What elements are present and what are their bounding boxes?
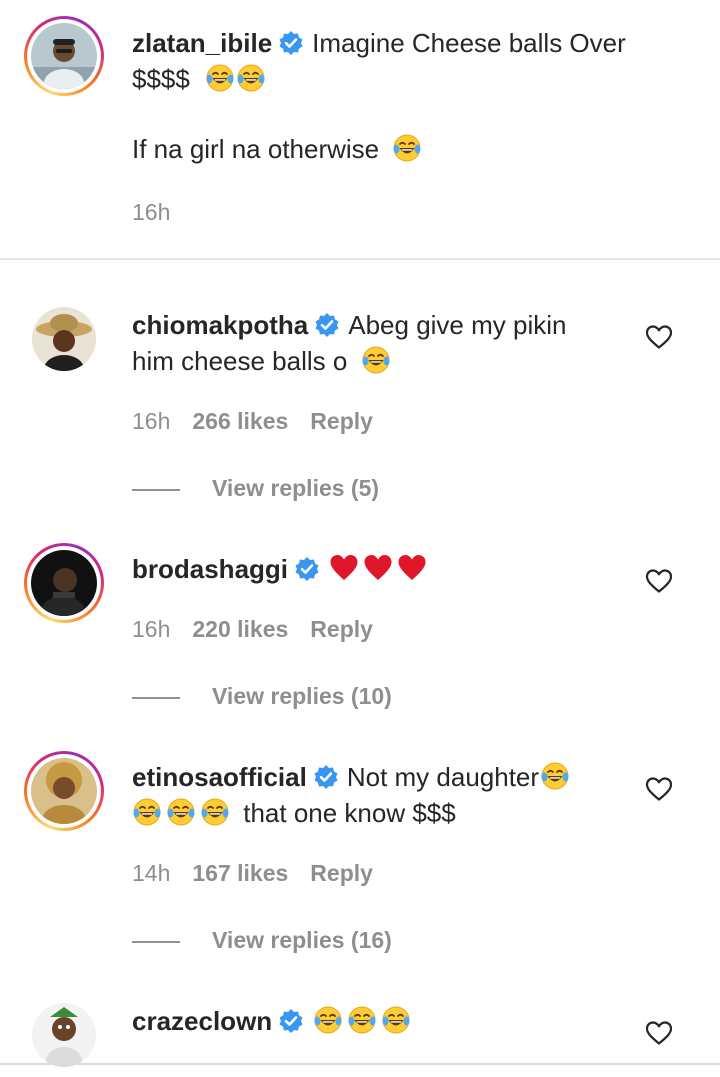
caption-text: zlatan_ibile Imagine Cheese balls Over $$… xyxy=(132,25,632,167)
comment-line: Abeg give my pikin xyxy=(348,310,567,340)
comment-text: crazeclown xyxy=(132,1003,632,1039)
heart-outline-icon[interactable] xyxy=(645,776,673,802)
comment-line: him cheese balls o xyxy=(132,346,348,376)
view-replies-label: View replies (10) xyxy=(212,683,392,709)
laughing-crying-emoji xyxy=(381,1005,411,1035)
caption-paragraph: If na girl na otherwise xyxy=(132,134,380,164)
comment-line: Not my daughter xyxy=(346,762,540,792)
red-heart-emoji xyxy=(397,553,427,583)
username[interactable]: etinosaofficial xyxy=(132,762,307,792)
comment-line: that one know $$$ xyxy=(243,798,456,828)
laughing-crying-emoji xyxy=(200,797,230,827)
timestamp: 16h xyxy=(132,408,171,434)
laughing-crying-emoji xyxy=(236,63,266,93)
avatar-brodashaggi[interactable] xyxy=(24,543,104,623)
comment-text: etinosaofficial Not my daughter that one … xyxy=(132,759,632,831)
laughing-crying-emoji xyxy=(132,797,162,827)
avatar-chiomakpotha[interactable] xyxy=(24,299,104,379)
laughing-crying-emoji xyxy=(540,761,570,791)
view-replies-button[interactable]: View replies (10) xyxy=(132,683,392,710)
timestamp: 16h xyxy=(132,199,171,225)
laughing-crying-emoji xyxy=(347,1005,377,1035)
caption-meta: 16h xyxy=(132,199,192,226)
laughing-crying-emoji xyxy=(313,1005,343,1035)
divider xyxy=(0,258,720,260)
laughing-crying-emoji xyxy=(392,133,422,163)
replies-line xyxy=(132,940,180,943)
heart-outline-icon[interactable] xyxy=(645,324,673,350)
view-replies-button[interactable]: View replies (16) xyxy=(132,927,392,954)
comment-meta: 14h 167 likes Reply xyxy=(132,860,395,887)
bottom-bar-divider xyxy=(0,1063,720,1065)
caption-line: $$$$ xyxy=(132,64,190,94)
verified-badge-icon xyxy=(313,764,339,790)
red-heart-emoji xyxy=(329,553,359,583)
red-heart-emoji xyxy=(363,553,393,583)
comment-text: chiomakpotha Abeg give my pikin him chees… xyxy=(132,307,632,379)
avatar-zlatan-ibile[interactable] xyxy=(24,16,104,96)
verified-badge-icon xyxy=(294,556,320,582)
replies-line xyxy=(132,696,180,699)
caption-line: Imagine Cheese balls Over xyxy=(312,28,626,58)
reply-button[interactable]: Reply xyxy=(310,408,373,434)
timestamp: 14h xyxy=(132,860,171,886)
replies-line xyxy=(132,488,180,491)
reply-button[interactable]: Reply xyxy=(310,616,373,642)
username[interactable]: zlatan_ibile xyxy=(132,28,272,58)
username[interactable]: chiomakpotha xyxy=(132,310,308,340)
username[interactable]: crazeclown xyxy=(132,1006,272,1036)
like-count[interactable]: 220 likes xyxy=(192,616,288,642)
comment-meta: 16h 266 likes Reply xyxy=(132,408,395,435)
timestamp: 16h xyxy=(132,616,171,642)
username[interactable]: brodashaggi xyxy=(132,554,288,584)
laughing-crying-emoji xyxy=(361,345,391,375)
post-caption: zlatan_ibile Imagine Cheese balls Over $$… xyxy=(0,0,720,258)
like-count[interactable]: 266 likes xyxy=(192,408,288,434)
view-replies-label: View replies (5) xyxy=(212,475,380,501)
view-replies-button[interactable]: View replies (5) xyxy=(132,475,379,502)
comment-meta: 16h 220 likes Reply xyxy=(132,616,395,643)
view-replies-label: View replies (16) xyxy=(212,927,392,953)
reply-button[interactable]: Reply xyxy=(310,860,373,886)
heart-outline-icon[interactable] xyxy=(645,1020,673,1046)
laughing-crying-emoji xyxy=(205,63,235,93)
avatar-etinosaofficial[interactable] xyxy=(24,751,104,831)
verified-badge-icon xyxy=(278,30,304,56)
verified-badge-icon xyxy=(314,312,340,338)
comment-text: brodashaggi xyxy=(132,551,632,587)
verified-badge-icon xyxy=(278,1008,304,1034)
heart-outline-icon[interactable] xyxy=(645,568,673,594)
like-count[interactable]: 167 likes xyxy=(192,860,288,886)
laughing-crying-emoji xyxy=(166,797,196,827)
